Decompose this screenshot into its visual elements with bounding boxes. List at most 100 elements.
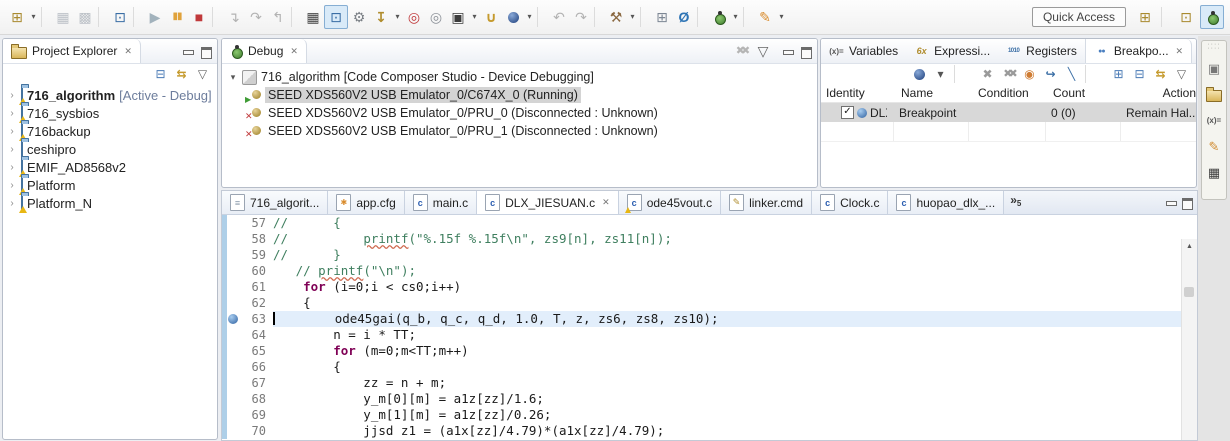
step-return-icon[interactable]: ↰ (267, 6, 289, 28)
expander-icon[interactable]: › (7, 126, 17, 137)
expand-all-icon[interactable]: ⊞ (1109, 65, 1128, 83)
code-line[interactable]: 62 { (222, 295, 1197, 311)
project-tree-item[interactable]: › 716backup (3, 122, 217, 141)
toolbar-separator[interactable] (1085, 65, 1105, 83)
code-text[interactable]: y_m[1][m] = a1z[zz]/0.26; (273, 407, 1197, 423)
project-tree-item[interactable]: › 716_sysbios (3, 104, 217, 123)
show-supported-breakpoints-icon[interactable]: ◉ (1020, 65, 1039, 83)
attach-magnet-icon[interactable]: ∪ (480, 6, 502, 28)
new-breakpoint-icon[interactable] (502, 6, 524, 28)
remove-all-breakpoints-icon[interactable]: ✖✖ (999, 65, 1018, 83)
memory-grid-icon[interactable]: ▦ (302, 6, 324, 28)
scroll-up-icon[interactable]: ▲ (1182, 239, 1197, 254)
code-text[interactable]: for (i=0;i < cs0;i++) (273, 279, 1197, 295)
build-icon[interactable]: ⚒ (605, 6, 627, 28)
suspend-icon[interactable]: ▮▮ (166, 6, 188, 28)
expander-icon[interactable]: › (7, 90, 17, 101)
resume-icon[interactable]: ▶ (144, 6, 166, 28)
view-tab[interactable]: Variables ✕ (821, 39, 906, 63)
breakpoint-icon[interactable] (228, 314, 238, 324)
view-tab[interactable]: Registers ✕ (998, 39, 1085, 63)
tab-debug[interactable]: Debug ✕ (222, 39, 307, 63)
expander-icon[interactable]: › (7, 162, 17, 173)
link-with-editor-icon[interactable]: ⇆ (172, 65, 191, 83)
code-line[interactable]: 63 ode45gai(q_b, q_c, q_d, 1.0, T, z, zs… (222, 311, 1197, 327)
code-text[interactable]: for (m=0;m<TT;m++) (273, 343, 1197, 359)
step-over-icon[interactable]: ↷ (245, 6, 267, 28)
save-icon[interactable]: ▦ (52, 6, 74, 28)
editor-tab[interactable]: main.c ✕ (404, 191, 478, 214)
expander-icon[interactable]: ▾ (228, 72, 238, 83)
code-line[interactable]: 57 // { (222, 215, 1197, 231)
code-text[interactable]: zz = n + m; (273, 375, 1197, 391)
toolbar-separator[interactable] (98, 7, 107, 27)
probe-pen-icon[interactable]: ✎ (1205, 138, 1223, 154)
memory-browser-icon[interactable]: ▦ (1205, 164, 1223, 180)
breakpoint-gutter[interactable] (227, 375, 240, 391)
tab-project-explorer[interactable]: Project Explorer ✕ (3, 39, 141, 63)
new-connection-icon[interactable]: ⊞ (651, 6, 673, 28)
breakpoint-gutter[interactable] (227, 215, 240, 231)
toolbar-separator[interactable] (954, 65, 974, 83)
ccs-edit-perspective-icon[interactable]: ⊡ (1175, 6, 1197, 28)
restore-view-icon[interactable]: ▣ (1205, 60, 1223, 76)
new-breakpoint-dropdown-icon[interactable]: ▾ (524, 6, 535, 28)
breakpoint-checkbox[interactable] (841, 106, 854, 119)
project-tree-item[interactable]: › ceshipro (3, 140, 217, 158)
code-text[interactable]: ode45gai(q_b, q_c, q_d, 1.0, T, z, zs6, … (273, 311, 1197, 327)
code-text[interactable]: y_m[0][m] = a1z[zz]/1.6; (273, 391, 1197, 407)
connect-target-icon[interactable]: ⊡ (324, 5, 348, 29)
restart-icon[interactable]: ◎ (425, 6, 447, 28)
flash-settings-icon[interactable]: ⚙ (348, 6, 370, 28)
skip-all-breakpoints-icon[interactable]: ╲ (1062, 65, 1081, 83)
maximize-icon[interactable] (1182, 197, 1193, 210)
terminate-icon[interactable]: ■ (188, 6, 210, 28)
breakpoint-gutter[interactable] (227, 279, 240, 295)
breakpoint-gutter[interactable] (227, 327, 240, 343)
editor-tab[interactable]: Clock.c ✕ (812, 191, 889, 214)
code-line[interactable]: 70 jjsd z1 = (a1x[zz]/4.79)*(a1x[zz]/4.7… (222, 423, 1197, 439)
code-line[interactable]: 67 zz = n + m; (222, 375, 1197, 391)
reset-cpu-icon[interactable]: ◎ (403, 6, 425, 28)
expander-icon[interactable]: › (7, 108, 17, 119)
code-text[interactable]: n = i * TT; (273, 327, 1197, 343)
step-into-icon[interactable]: ↴ (223, 6, 245, 28)
editor-scrollbar[interactable]: ▲ (1181, 239, 1197, 440)
code-text[interactable]: // { (273, 215, 1197, 231)
close-tab-icon[interactable]: ✕ (602, 197, 610, 208)
new-breakpoint-dropdown-icon[interactable]: ▾ (931, 65, 950, 83)
debug-thread-row[interactable]: SEED XDS560V2 USB Emulator_0/PRU_0 (Disc… (222, 104, 817, 122)
ccs-debug-perspective-icon[interactable] (1200, 5, 1224, 29)
project-tree-item[interactable]: › EMIF_AD8568v2 (3, 158, 217, 177)
goto-breakpoint-file-icon[interactable]: ↪ (1041, 65, 1060, 83)
editor-tab[interactable]: DLX_JIESUAN.c ✕ (477, 191, 619, 214)
new-wizard-dropdown-icon[interactable]: ▾ (28, 6, 39, 28)
maximize-icon[interactable] (801, 46, 812, 59)
close-view-icon[interactable]: ✕ (290, 46, 298, 57)
run-launch-dropdown-icon[interactable]: ▾ (776, 6, 787, 28)
run-launch-icon[interactable]: ✎ (754, 6, 776, 28)
open-perspective-icon[interactable]: ⊞ (1134, 6, 1156, 28)
code-line[interactable]: 64 n = i * TT; (222, 327, 1197, 343)
undo-icon[interactable]: ↶ (548, 6, 570, 28)
load-program-icon[interactable]: ↧ (370, 6, 392, 28)
link-with-debug-icon[interactable]: ⇆ (1151, 65, 1170, 83)
debug-launch-dropdown-icon[interactable]: ▾ (730, 6, 741, 28)
toolbar-separator[interactable] (594, 7, 603, 27)
chip-dropdown-icon[interactable]: ▾ (469, 6, 480, 28)
column-header[interactable]: Identity (821, 86, 896, 100)
code-line[interactable]: 60 // printf("\n"); (222, 263, 1197, 279)
breakpoint-gutter[interactable] (227, 423, 240, 439)
redo-icon[interactable]: ↷ (570, 6, 592, 28)
column-header[interactable]: Condition (973, 86, 1048, 100)
toolbar-separator[interactable] (697, 7, 706, 27)
breakpoint-row[interactable]: DLX Breakpoint 0 (0) Remain Hal... (821, 103, 1196, 122)
column-header[interactable]: Count (1048, 86, 1158, 100)
expander-icon[interactable]: › (7, 144, 17, 155)
toolbar-separator[interactable] (212, 7, 221, 27)
close-view-icon[interactable]: ✕ (124, 46, 132, 57)
column-header[interactable]: Name (896, 86, 973, 100)
code-text[interactable]: jjsd z1 = (a1x[zz]/4.79)*(a1x[zz]/4.79); (273, 423, 1197, 439)
variables-strip-icon[interactable] (1205, 112, 1223, 128)
toolbar-separator[interactable] (291, 7, 300, 27)
